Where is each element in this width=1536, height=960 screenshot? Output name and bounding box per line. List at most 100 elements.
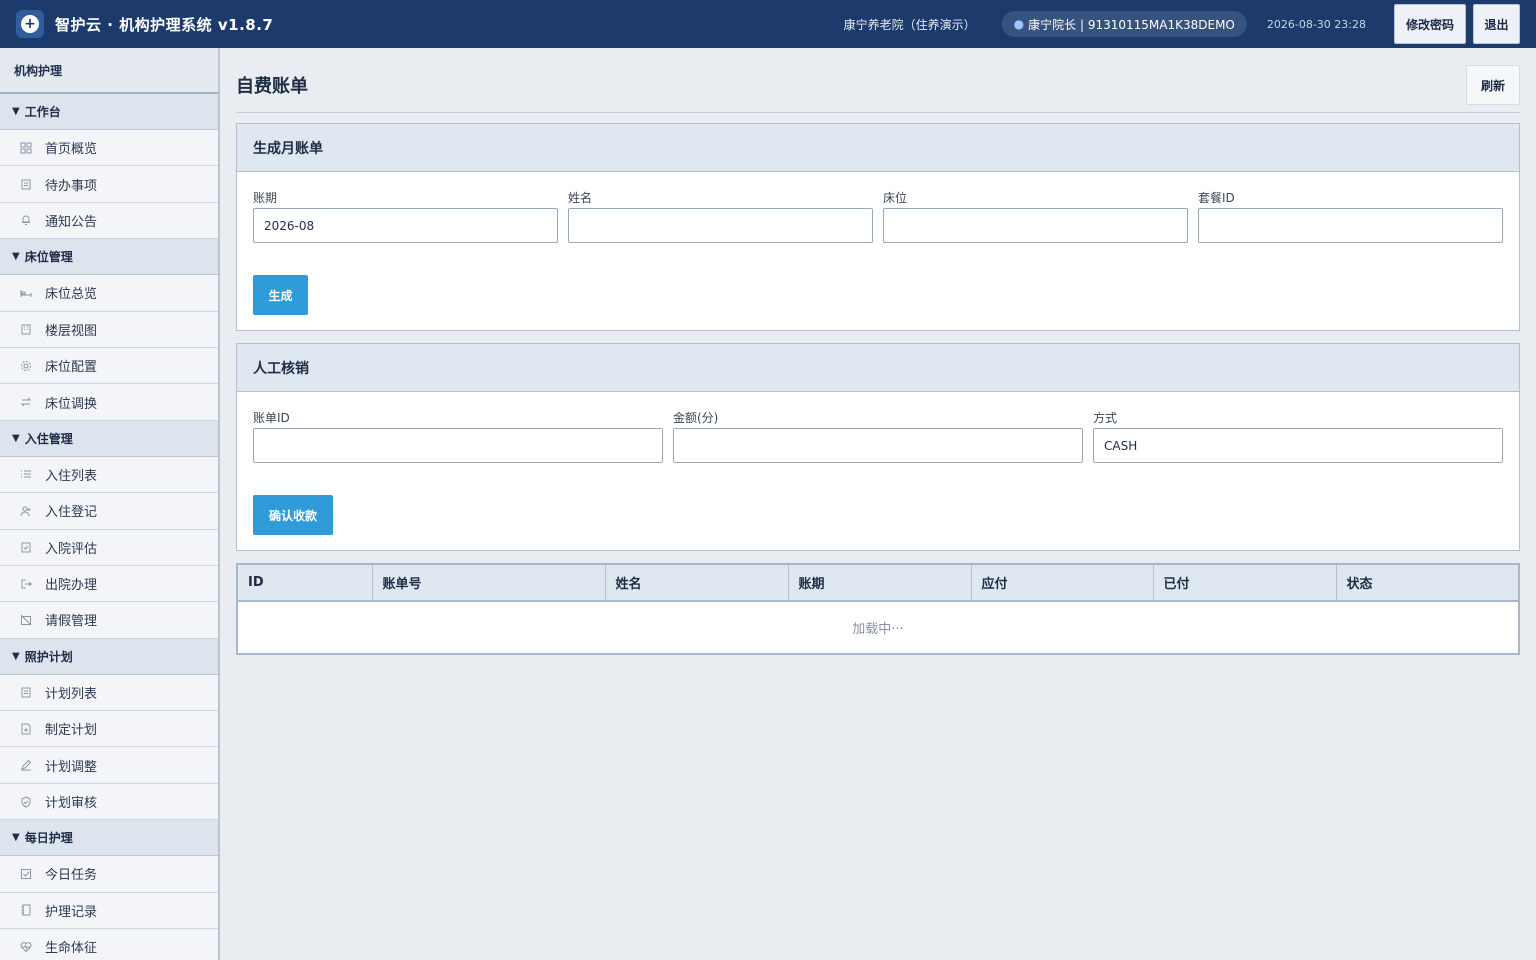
sidebar-item-label: 床位总览 xyxy=(45,287,98,303)
column-header-bill-no[interactable]: 账单号 xyxy=(372,565,606,602)
card-title: 生成月账单 xyxy=(237,124,1519,172)
sidebar-group-admission[interactable]: ▼ 入住管理 xyxy=(0,420,218,457)
triangle-down-icon: ▼ xyxy=(12,650,20,662)
list-icon xyxy=(19,467,33,481)
clipboard-check-icon xyxy=(19,540,33,554)
sidebar-item-overview[interactable]: 首页概览 xyxy=(0,130,218,167)
refresh-button[interactable]: 刷新 xyxy=(1466,65,1520,105)
sidebar-group-care-plan[interactable]: ▼ 照护计划 xyxy=(0,638,218,675)
clipboard-icon xyxy=(19,177,33,191)
logout-button[interactable]: 退出 xyxy=(1473,4,1520,44)
column-header-amount-paid[interactable]: 已付 xyxy=(1153,565,1337,602)
sidebar-item-notices[interactable]: 通知公告 xyxy=(0,202,218,240)
sidebar-item-leave[interactable]: 请假管理 xyxy=(0,602,218,639)
sidebar-group-workbench[interactable]: ▼ 工作台 xyxy=(0,94,218,130)
sidebar-item-care-records[interactable]: 护理记录 xyxy=(0,892,218,930)
checkbox-icon xyxy=(19,867,33,881)
top-bar: + 智护云 · 机构护理系统 v1.8.7 康宁养老院（住养演示） ● 康宁院长… xyxy=(0,0,1536,48)
generate-button[interactable]: 生成 xyxy=(253,275,308,315)
column-header-amount-due[interactable]: 应付 xyxy=(971,565,1154,602)
sidebar-item-label: 楼层视图 xyxy=(45,323,98,339)
method-input[interactable]: CASH xyxy=(1093,428,1503,463)
bed-icon xyxy=(19,286,33,300)
loading-text: 加载中··· xyxy=(852,622,904,637)
column-header-status[interactable]: 状态 xyxy=(1336,565,1518,602)
sidebar-item-bed-swap[interactable]: 床位调换 xyxy=(0,384,218,421)
field-label: 账单ID xyxy=(253,411,290,425)
sidebar-item-admission-assessment[interactable]: 入院评估 xyxy=(0,529,218,566)
column-header-id[interactable]: ID xyxy=(238,565,373,602)
sidebar-item-floor-view[interactable]: 楼层视图 xyxy=(0,311,218,348)
name-input[interactable] xyxy=(568,208,873,243)
sidebar-item-today-tasks[interactable]: 今日任务 xyxy=(0,856,218,893)
sidebar-item-bed-config[interactable]: 床位配置 xyxy=(0,347,218,385)
sidebar-item-plan-create[interactable]: 制定计划 xyxy=(0,711,218,748)
amount-input[interactable] xyxy=(673,428,1083,463)
sidebar-item-discharge[interactable]: 出院办理 xyxy=(0,565,218,603)
sidebar-item-label: 床位调换 xyxy=(45,396,98,412)
current-datetime: 2026-08-30 23:28 xyxy=(1266,17,1366,31)
confirm-payment-button[interactable]: 确认收款 xyxy=(253,495,333,535)
change-password-button[interactable]: 修改密码 xyxy=(1394,4,1466,44)
field-label: 方式 xyxy=(1093,411,1118,425)
sidebar-item-label: 通知公告 xyxy=(45,214,98,230)
sidebar-group-beds[interactable]: ▼ 床位管理 xyxy=(0,239,218,276)
swap-icon xyxy=(19,395,33,409)
bill-id-field: 账单ID xyxy=(253,408,663,463)
user-icon: ● xyxy=(1013,17,1025,31)
triangle-down-icon: ▼ xyxy=(12,251,20,263)
triangle-down-icon: ▼ xyxy=(12,106,20,117)
clipboard-icon xyxy=(19,685,33,699)
sidebar-item-label: 生命体征 xyxy=(45,941,98,957)
sidebar-item-label: 入住列表 xyxy=(45,468,98,484)
field-label: 床位 xyxy=(883,191,908,205)
field-label: 金额(分) xyxy=(673,411,719,425)
method-field: 方式 CASH xyxy=(1093,408,1503,463)
sidebar-item-plan-review[interactable]: 计划审核 xyxy=(0,783,218,821)
sidebar-item-todo[interactable]: 待办事项 xyxy=(0,166,218,203)
triangle-down-icon: ▼ xyxy=(12,432,20,444)
sidebar-item-label: 计划列表 xyxy=(45,686,98,702)
calendar-off-icon xyxy=(19,613,33,627)
sidebar-item-label: 制定计划 xyxy=(45,723,98,739)
card-title: 人工核销 xyxy=(237,344,1519,392)
sidebar-item-admission-register[interactable]: 入住登记 xyxy=(0,493,218,530)
page-title: 自费账单 xyxy=(236,76,308,97)
sidebar-item-label: 今日任务 xyxy=(45,868,98,884)
building-icon xyxy=(19,322,33,336)
sidebar-item-label: 请假管理 xyxy=(45,614,98,630)
table-row: 加载中··· xyxy=(238,601,1518,653)
sidebar-item-bed-overview[interactable]: 床位总览 xyxy=(0,275,218,312)
sidebar-item-vital-signs[interactable]: 生命体征 xyxy=(0,929,218,960)
pencil-icon xyxy=(19,758,33,772)
triangle-down-icon: ▼ xyxy=(12,832,20,844)
sidebar-item-plan-adjust[interactable]: 计划调整 xyxy=(0,747,218,784)
bill-id-input[interactable] xyxy=(253,428,663,463)
column-header-period[interactable]: 账期 xyxy=(788,565,972,602)
plus-icon: + xyxy=(21,15,39,33)
sidebar-title: 机构护理 xyxy=(0,48,218,94)
sidebar-item-admission-list[interactable]: 入住列表 xyxy=(0,456,218,494)
org-name: 康宁养老院（住养演示） xyxy=(843,17,976,32)
bills-table: ID 账单号 姓名 账期 应付 已付 状态 加载中··· xyxy=(236,563,1520,655)
sidebar-item-label: 计划审核 xyxy=(45,796,98,812)
file-plus-icon xyxy=(19,722,33,736)
app-title: 智护云 · 机构护理系统 v1.8.7 xyxy=(55,15,274,34)
gear-icon xyxy=(19,359,33,373)
sidebar-item-plan-list[interactable]: 计划列表 xyxy=(0,674,218,712)
grid-icon xyxy=(19,141,33,155)
sidebar-item-label: 待办事项 xyxy=(45,178,98,194)
writeoff-card: 人工核销 账单ID 金额(分) 方式 CASH 确认收款 xyxy=(236,343,1520,551)
bed-input[interactable] xyxy=(883,208,1188,243)
column-header-name[interactable]: 姓名 xyxy=(605,565,789,602)
sidebar-group-daily-care[interactable]: ▼ 每日护理 xyxy=(0,820,218,857)
shield-check-icon xyxy=(19,795,33,809)
package-id-input[interactable] xyxy=(1198,208,1503,243)
period-input[interactable]: 2026-08 xyxy=(253,208,558,243)
period-field: 账期 2026-08 xyxy=(253,188,558,243)
user-label: 康宁院长 | 91310115MA1K38DEMO xyxy=(1028,17,1235,32)
sidebar-item-label: 护理记录 xyxy=(45,904,98,920)
user-badge: ● 康宁院长 | 91310115MA1K38DEMO xyxy=(1001,11,1247,37)
exit-icon xyxy=(19,577,33,591)
bell-icon xyxy=(19,213,33,227)
